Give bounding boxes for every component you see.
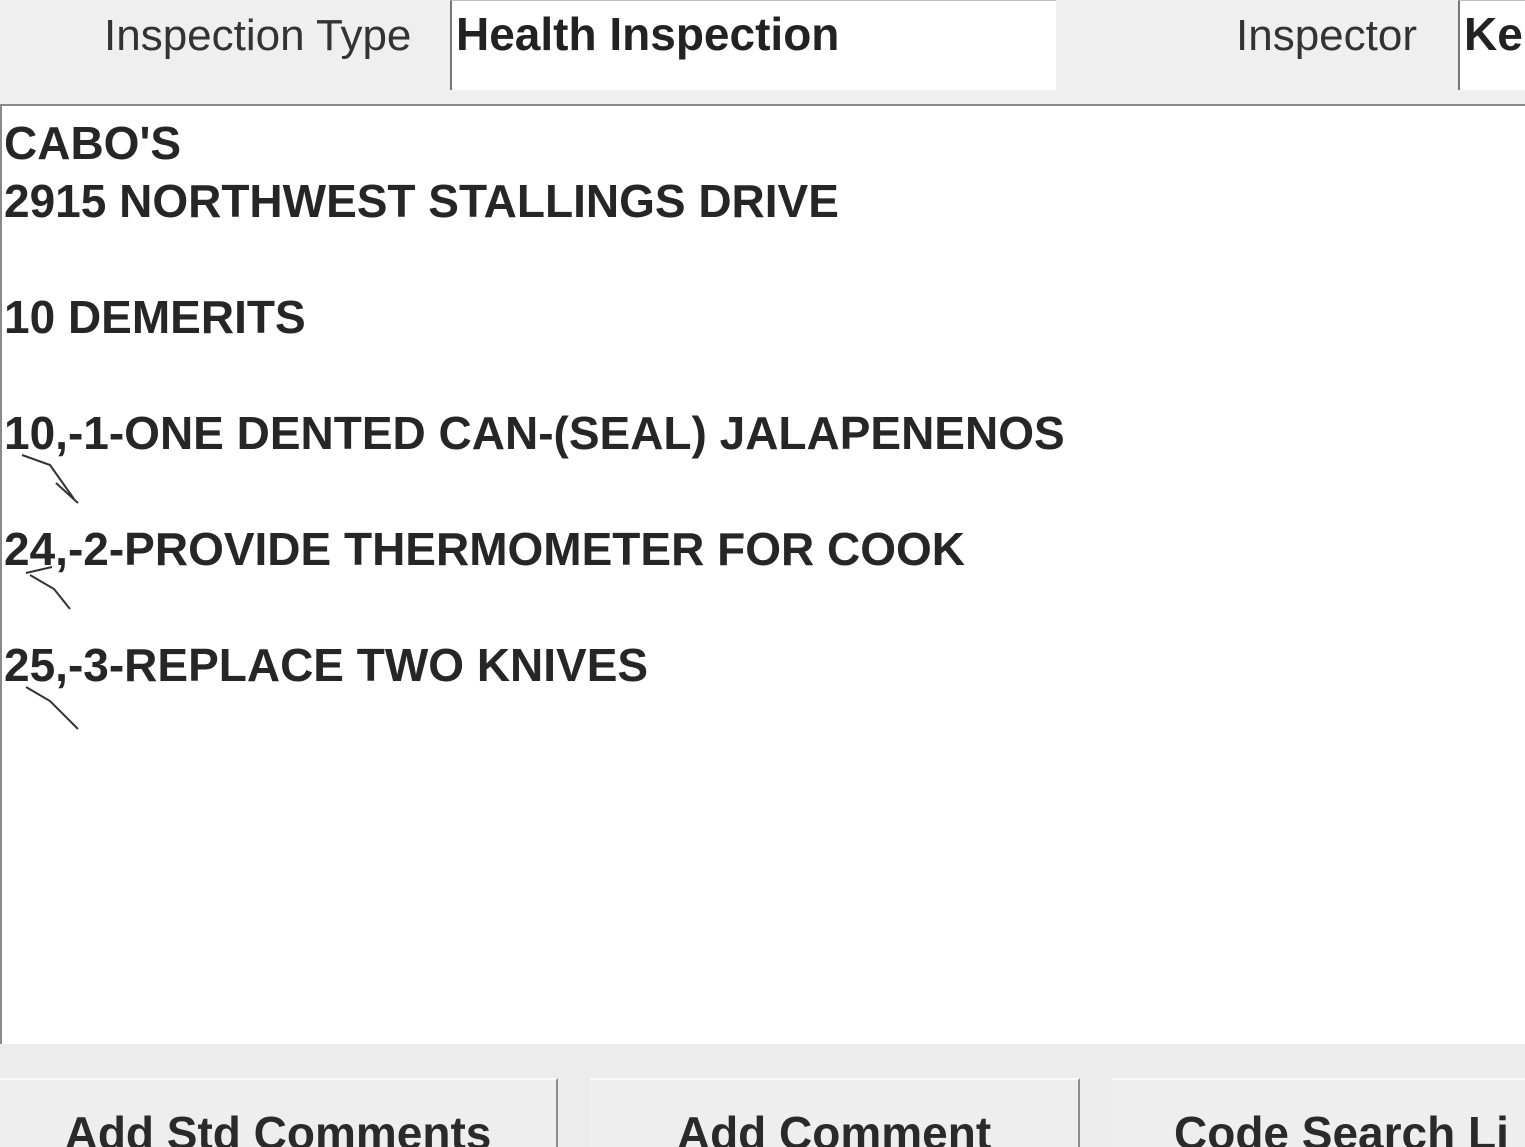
comment-line: 10,-1-ONE DENTED CAN-(SEAL) JALAPENENOS — [4, 404, 1525, 504]
comment-line: 25,-3-REPLACE TWO KNIVES — [4, 636, 1525, 730]
comment-line: 24,-2-PROVIDE THERMOMETER FOR COOK — [4, 520, 1525, 610]
code-search-button[interactable]: Code Search Li — [1112, 1078, 1525, 1147]
button-bar: Add Std Comments Add Comment Code Search… — [0, 1044, 1525, 1147]
comment-line — [4, 346, 1525, 404]
add-comment-button[interactable]: Add Comment — [590, 1078, 1080, 1147]
button-mnemonic: A — [676, 1107, 711, 1147]
comment-line — [4, 578, 1525, 636]
button-label: Code Search Li — [1174, 1107, 1509, 1147]
inspector-label: Inspector — [1236, 11, 1417, 60]
comment-line: CABO'S — [4, 117, 182, 169]
button-label-part: dd Comment — [710, 1107, 992, 1147]
comment-line — [4, 230, 1525, 288]
comment-line: 10 DEMERITS — [4, 291, 306, 343]
comment-line-text: 25,-3-REPLACE TWO KNIVES — [4, 639, 649, 691]
add-std-comments-button[interactable]: Add Std Comments — [0, 1078, 558, 1147]
inspection-comments-window: Inspection Type Health Inspection Inspec… — [0, 0, 1525, 1147]
button-label-part: td Comments — [197, 1107, 492, 1147]
comment-line-text: 10,-1-ONE DENTED CAN-(SEAL) JALAPENENOS — [4, 407, 1065, 459]
inspection-type-field[interactable]: Health Inspection — [450, 0, 1056, 90]
comment-line — [4, 462, 1525, 520]
button-mnemonic: S — [166, 1107, 198, 1147]
inspector-field[interactable]: Ke — [1458, 0, 1525, 90]
inspection-header: Inspection Type Health Inspection Inspec… — [0, 0, 1525, 104]
inspection-type-label: Inspection Type — [104, 11, 412, 60]
comment-line-text: 24,-2-PROVIDE THERMOMETER FOR COOK — [4, 523, 965, 575]
comment-line: 2915 NORTHWEST STALLINGS DRIVE — [4, 175, 839, 227]
button-label-part: Add — [64, 1107, 167, 1147]
comments-text-area[interactable]: CABO'S 2915 NORTHWEST STALLINGS DRIVE 10… — [0, 104, 1525, 1044]
